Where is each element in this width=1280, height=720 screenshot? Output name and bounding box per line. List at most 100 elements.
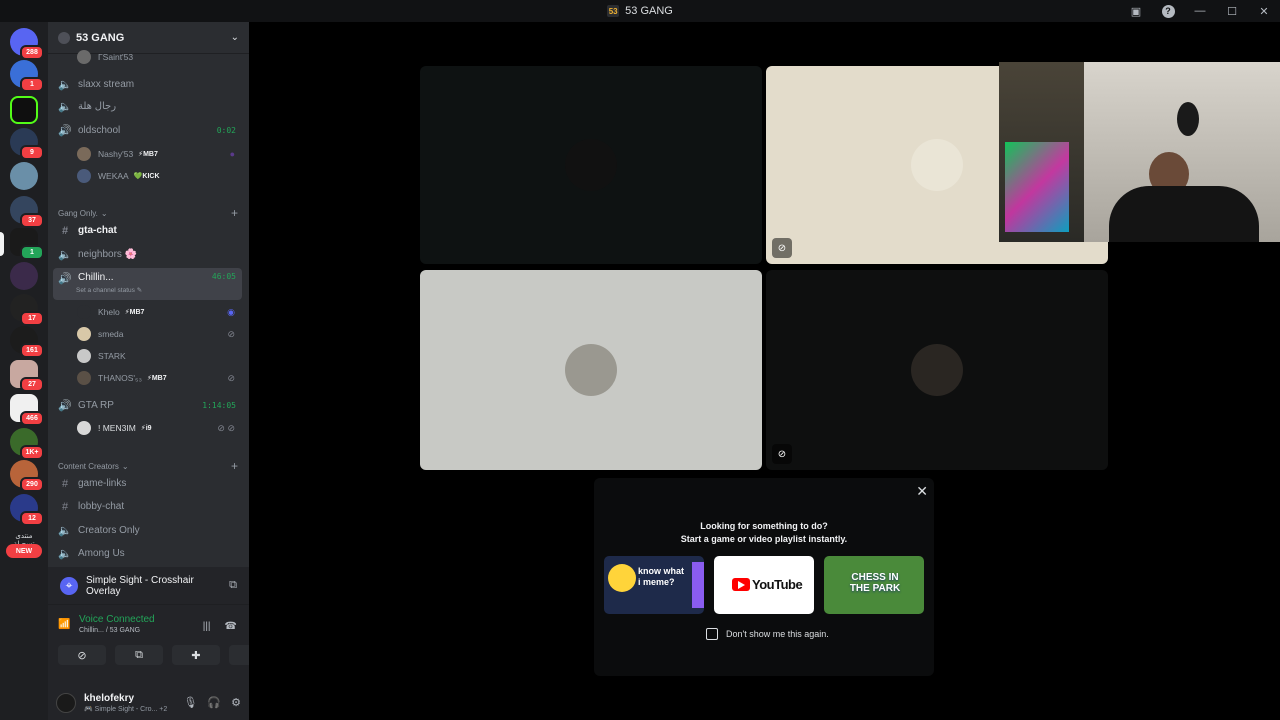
voice-user[interactable]: STARK: [77, 346, 241, 366]
voice-user[interactable]: ! MEN3IM ⚡i9 ⊘ ⊘: [77, 418, 241, 438]
headphones-icon[interactable]: 🎧: [207, 696, 221, 709]
server-icon[interactable]: 1K+: [10, 428, 44, 460]
noise-suppression-icon[interactable]: |||: [203, 621, 211, 632]
category-gang-only[interactable]: Gang Only. ⌄ +: [58, 206, 238, 220]
channel-name: lobby-chat: [78, 501, 125, 512]
voice-user[interactable]: smeda ⊘: [77, 324, 241, 344]
kick-server-icon[interactable]: [10, 96, 38, 124]
voice-user[interactable]: WEKAA 💚KICK: [77, 166, 241, 186]
add-channel-icon[interactable]: +: [231, 206, 238, 220]
inbox-icon[interactable]: ▣: [1120, 0, 1152, 22]
voice-channel[interactable]: 🔈 neighbors 🌸: [53, 244, 242, 265]
user-avatar[interactable]: [56, 692, 76, 713]
text-channel[interactable]: # lobby-chat: [53, 496, 242, 517]
server-icon[interactable]: 290: [10, 460, 44, 492]
voice-channel-oldschool[interactable]: 🔊 oldschool 0:02: [53, 120, 242, 141]
help-button[interactable]: ?: [1152, 0, 1184, 22]
channel-sidebar: 53 GANG ⌄ ΓSaint'53 🔈 slaxx stream 🔈 رجا…: [48, 22, 277, 720]
channel-name: GTA RP: [78, 400, 114, 411]
username[interactable]: khelofekry: [84, 693, 167, 704]
add-channel-icon[interactable]: +: [231, 459, 238, 473]
call-timer: 0:02: [216, 126, 236, 135]
server-icon[interactable]: 27: [10, 360, 44, 392]
maximize-button[interactable]: ☐: [1216, 0, 1248, 22]
settings-gear-icon[interactable]: ⚙: [231, 696, 241, 709]
voice-user[interactable]: ΓSaint'53: [77, 47, 241, 67]
server-icon[interactable]: 17: [10, 294, 44, 326]
know-what-i-meme-card[interactable]: know what i meme?: [604, 556, 704, 614]
participant-tile[interactable]: ⊘: [766, 270, 1108, 470]
muted-mic-icon: ⊘: [227, 372, 235, 383]
camera-off-button[interactable]: ⊘: [58, 645, 106, 665]
suggest-subheading: Start a game or video playlist instantly…: [680, 534, 848, 544]
checkbox[interactable]: [706, 628, 718, 640]
microphone-icon[interactable]: 🎙: [183, 696, 197, 709]
signal-icon[interactable]: 📶: [58, 619, 70, 631]
speaker-icon: 🔈: [58, 101, 72, 113]
voice-channel[interactable]: 🔈 slaxx stream: [53, 74, 242, 95]
server-icon[interactable]: 9: [10, 128, 44, 160]
channel-name: Chillin...: [78, 272, 114, 283]
category-content-creators[interactable]: Content Creators ⌄ +: [58, 459, 238, 473]
text-channel[interactable]: # game-links: [53, 473, 242, 494]
disconnect-icon[interactable]: ☎: [225, 621, 237, 632]
dont-show-checkbox[interactable]: Don't show me this again.: [706, 628, 829, 640]
participant-avatar: [565, 344, 617, 396]
server-icon-53-gang[interactable]: 1: [10, 228, 44, 260]
voice-channel[interactable]: 🔈 Creators Only: [53, 520, 242, 541]
channel-name: game-links: [78, 478, 127, 489]
voice-channel-gta-rp[interactable]: 🔊 GTA RP 1:14:05: [53, 395, 242, 416]
participant-tile[interactable]: [420, 66, 762, 264]
dont-show-label: Don't show me this again.: [726, 629, 829, 639]
speaker-icon: 🔊: [58, 272, 72, 285]
channel-name: oldschool: [78, 125, 121, 136]
screen-share-icon[interactable]: ⧉: [229, 579, 237, 592]
server-icon[interactable]: 466: [10, 394, 44, 426]
activity-panel[interactable]: ⌖ Simple Sight - Crosshair Overlay ⧉: [48, 567, 249, 605]
text-channel-gta-chat[interactable]: # gta-chat: [53, 220, 242, 241]
new-badge[interactable]: NEW: [6, 544, 42, 558]
user-name: ΓSaint'53: [98, 52, 134, 62]
user-status-text: 🎮 Simple Sight - Cro...: [84, 705, 158, 713]
notification-badge: 1: [20, 77, 44, 92]
server-icon[interactable]: 161: [10, 326, 44, 358]
hashtag-icon: #: [61, 477, 69, 490]
voice-status[interactable]: Voice Connected: [79, 614, 155, 625]
server-icon[interactable]: 1: [10, 60, 44, 92]
voice-channel[interactable]: 🔈 Among Us: [53, 543, 242, 564]
participant-tile[interactable]: [420, 270, 762, 470]
activities-button[interactable]: ✚: [172, 645, 220, 665]
server-icon[interactable]: [10, 262, 38, 290]
call-timer: 46:05: [211, 272, 236, 281]
call-timer: 1:14:05: [202, 401, 236, 410]
notification-badge: 12: [20, 511, 44, 526]
channel-status[interactable]: Set a channel status ✎: [76, 286, 142, 294]
channel-name: neighbors 🌸: [78, 249, 138, 260]
share-screen-button[interactable]: ⧉: [115, 645, 163, 665]
voice-channel-chillin[interactable]: 🔊 Chillin... 46:05: [53, 268, 242, 300]
user-name: WEKAA: [98, 171, 129, 181]
server-icon[interactable]: [10, 162, 38, 190]
channel-name: رجال هلة: [78, 101, 117, 112]
notification-badge: 27: [20, 377, 44, 392]
notification-badge: 290: [20, 477, 44, 492]
server-icon[interactable]: 12: [10, 494, 44, 526]
close-window-button[interactable]: ✕: [1248, 0, 1280, 22]
youtube-card[interactable]: YouTube: [714, 556, 814, 614]
category-name: Gang Only.: [58, 208, 98, 218]
voice-channel[interactable]: 🔈 رجال هلة: [53, 96, 242, 117]
voice-user[interactable]: THANOS'₅₃ ⚡MB7 ⊘: [77, 368, 241, 388]
server-icon-small: [58, 31, 70, 44]
voice-user[interactable]: Nashy'53 ⚡MB7 ●: [77, 144, 241, 164]
notification-badge: 9: [20, 145, 44, 160]
close-icon[interactable]: ✕: [916, 483, 928, 500]
voice-location[interactable]: Chillin... / 53 GANG: [79, 627, 155, 634]
speaker-icon: 🔈: [58, 249, 72, 261]
direct-messages-button[interactable]: 288: [10, 28, 44, 60]
activity-suggestion-popup: ✕ Looking for something to do? Start a g…: [594, 478, 934, 676]
minimize-button[interactable]: —: [1184, 0, 1216, 22]
chess-in-the-park-card[interactable]: CHESS IN THE PARK: [824, 556, 924, 614]
voice-user[interactable]: Khelo ⚡MB7 ◉: [77, 302, 241, 322]
window-controls: ▣ ? — ☐ ✕: [1120, 0, 1280, 22]
server-icon[interactable]: 37: [10, 196, 44, 228]
